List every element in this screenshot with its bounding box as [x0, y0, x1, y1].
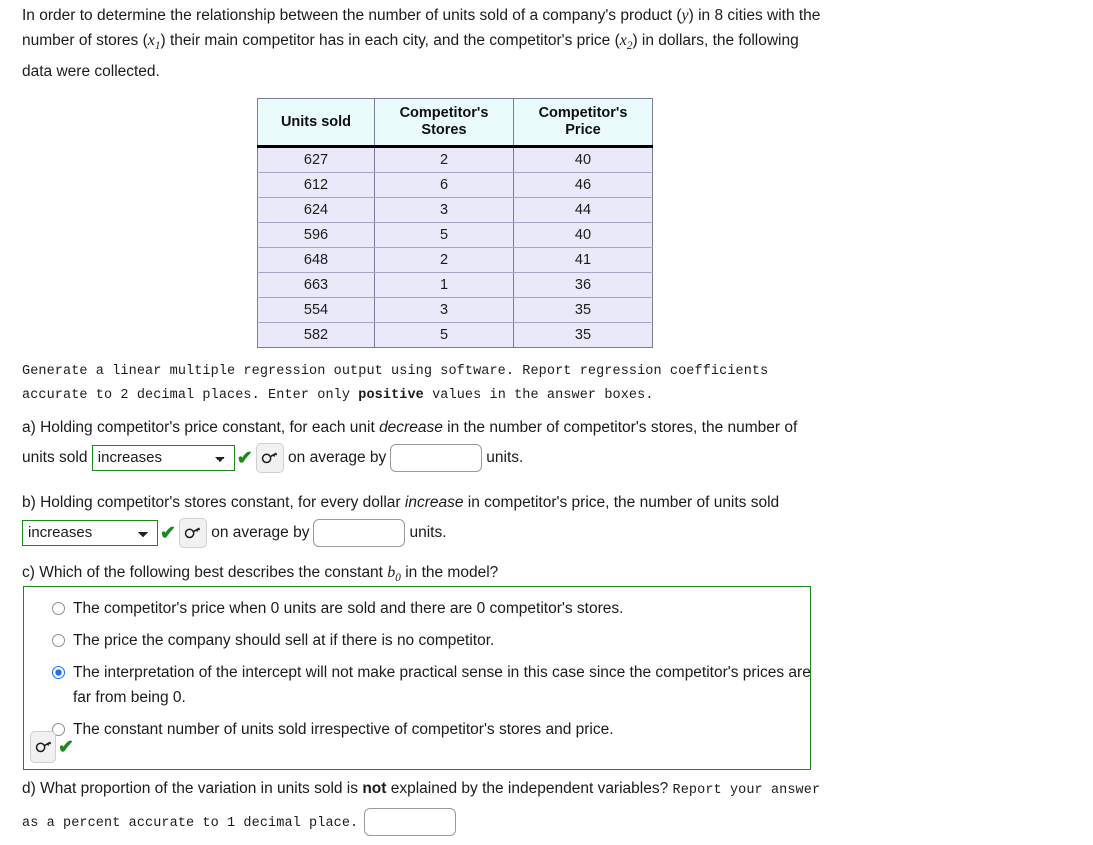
cell-competitors-stores: 6 — [374, 172, 514, 198]
column-header-units-sold: Units sold — [257, 98, 375, 148]
key-icon[interactable] — [30, 731, 56, 763]
cell-competitors-price: 44 — [513, 197, 653, 223]
cell-competitors-price: 36 — [513, 272, 653, 298]
variable-b0: b0 — [387, 564, 401, 585]
cell-units-sold: 612 — [257, 172, 375, 198]
part-b-text-1: b) Holding competitor's stores constant,… — [22, 494, 405, 511]
cell-competitors-stores: 3 — [374, 197, 514, 223]
cell-competitors-price: 41 — [513, 247, 653, 273]
instructions-text-2: values in the answer boxes. — [423, 388, 654, 403]
question-part-d: d) What proportion of the variation in u… — [22, 773, 832, 839]
cell-competitors-price: 35 — [513, 322, 653, 348]
radio-option-2[interactable]: The price the company should sell at if … — [52, 628, 810, 653]
intro-paragraph: In order to determine the relationship b… — [22, 3, 822, 84]
intro-text-3: ) their main competitor has in each city… — [160, 32, 620, 49]
data-table: Units sold Competitor's Stores Competito… — [257, 98, 653, 348]
cell-competitors-stores: 3 — [374, 297, 514, 323]
radio-option-1-label: The competitor's price when 0 units are … — [73, 600, 624, 617]
part-a-controls: increasesdecreases✔ — [91, 443, 284, 473]
part-c-text-1: c) Which of the following best describes… — [22, 564, 388, 581]
table-row: 596 5 40 — [257, 222, 653, 248]
cell-competitors-stores: 2 — [374, 247, 514, 273]
part-b-text-2: in competitor's price, the number of uni… — [463, 494, 780, 511]
part-d-emphasis: not — [362, 780, 387, 797]
data-table-container: Units sold Competitor's Stores Competito… — [257, 98, 653, 348]
intro-text-1: In order to determine the relationship b… — [22, 7, 682, 24]
variable-x2: x2 — [619, 32, 633, 53]
part-a-text-3: on average by — [288, 449, 387, 467]
table-row: 612 6 46 — [257, 172, 653, 198]
part-b-direction-select[interactable]: increasesdecreases — [22, 520, 158, 546]
radio-option-3[interactable]: The interpretation of the intercept will… — [52, 660, 812, 710]
table-row: 627 2 40 — [257, 146, 653, 173]
part-b-emphasis: increase — [404, 494, 464, 511]
cell-units-sold: 663 — [257, 272, 375, 298]
part-a-text-1: a) Holding competitor's price constant, … — [22, 419, 380, 436]
cell-competitors-stores: 2 — [374, 146, 514, 173]
part-a-text-4: units. — [486, 449, 524, 467]
cell-competitors-stores: 5 — [374, 322, 514, 348]
cell-competitors-price: 35 — [513, 297, 653, 323]
table-row: 582 5 35 — [257, 322, 653, 348]
column-header-competitors-price: Competitor's Price — [513, 98, 653, 148]
key-icon[interactable] — [178, 518, 207, 548]
question-part-a: a) Holding competitor's price constant, … — [22, 413, 822, 473]
radio-option-1[interactable]: The competitor's price when 0 units are … — [52, 596, 810, 621]
part-d-answer-input[interactable] — [364, 807, 457, 836]
instructions-text: Generate a linear multiple regression ou… — [22, 360, 812, 408]
column-header-competitors-stores: Competitor's Stores — [374, 98, 514, 148]
cell-units-sold: 627 — [257, 146, 375, 173]
table-row: 554 3 35 — [257, 297, 653, 323]
cell-competitors-stores: 5 — [374, 222, 514, 248]
cell-units-sold: 648 — [257, 247, 375, 273]
radio-option-2-label: The price the company should sell at if … — [73, 632, 495, 649]
question-part-b: b) Holding competitor's stores constant,… — [22, 488, 822, 548]
table-row: 648 2 41 — [257, 247, 653, 273]
radio-option-3-label: The interpretation of the intercept will… — [73, 664, 811, 706]
cell-units-sold: 596 — [257, 222, 375, 248]
part-b-answer-input[interactable] — [313, 519, 406, 547]
variable-y: y — [681, 7, 689, 24]
part-c-text-2: in the model? — [400, 564, 499, 581]
radio-button-icon[interactable] — [52, 602, 65, 615]
part-a-correct-check-icon: ✔ — [236, 447, 253, 469]
radio-option-4-label: The constant number of units sold irresp… — [73, 721, 614, 738]
cell-competitors-price: 40 — [513, 222, 653, 248]
part-b-correct-check-icon: ✔ — [160, 522, 176, 544]
part-c-correct-check-icon: ✔ — [58, 736, 74, 758]
part-c-feedback: ✔ — [30, 731, 77, 763]
table-row: 663 1 36 — [257, 272, 653, 298]
cell-competitors-price: 40 — [513, 146, 653, 173]
table-row: 624 3 44 — [257, 197, 653, 223]
part-b-text-3: on average by — [211, 524, 310, 542]
key-icon[interactable] — [255, 443, 284, 473]
part-a-emphasis: decrease — [379, 419, 443, 436]
cell-competitors-price: 46 — [513, 172, 653, 198]
part-d-text-2: explained by the independent variables? — [386, 780, 673, 797]
instructions-emphasis: positive — [358, 388, 424, 403]
radio-option-4[interactable]: The constant number of units sold irresp… — [52, 717, 810, 742]
part-b-text-4: units. — [409, 524, 447, 542]
cell-units-sold: 624 — [257, 197, 375, 223]
radio-button-icon[interactable] — [52, 634, 65, 647]
radio-button-selected-icon[interactable] — [52, 666, 65, 679]
part-a-answer-input[interactable] — [390, 444, 483, 472]
part-b-controls: increasesdecreases✔ — [22, 518, 207, 548]
cell-units-sold: 554 — [257, 297, 375, 323]
cell-units-sold: 582 — [257, 322, 375, 348]
variable-x1: x1 — [147, 32, 161, 53]
table-header-row: Units sold Competitor's Stores Competito… — [257, 98, 653, 148]
part-c-choice-box: The competitor's price when 0 units are … — [23, 586, 811, 770]
cell-competitors-stores: 1 — [374, 272, 514, 298]
part-a-direction-select[interactable]: increasesdecreases — [91, 445, 235, 471]
part-d-text-1: d) What proportion of the variation in u… — [22, 780, 363, 797]
